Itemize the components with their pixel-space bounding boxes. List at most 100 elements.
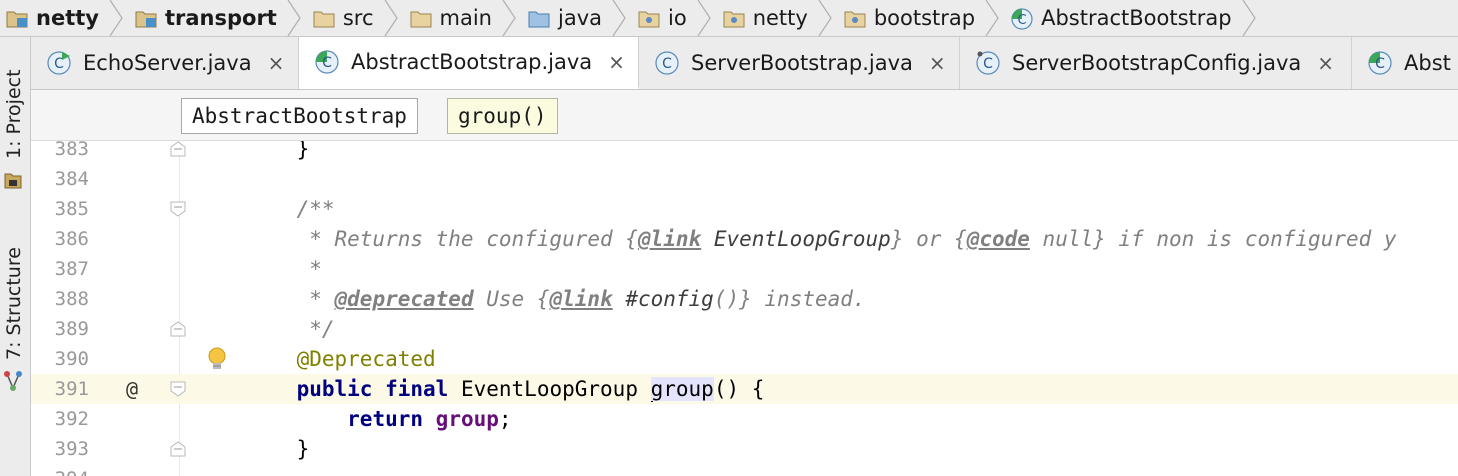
close-icon[interactable]: × bbox=[929, 51, 946, 75]
code-text: */ bbox=[246, 317, 335, 341]
module-folder-icon bbox=[135, 8, 157, 28]
line-number: 390 bbox=[54, 348, 89, 370]
svg-text:C: C bbox=[662, 56, 672, 72]
breadcrumb-main-folder[interactable]: main bbox=[404, 0, 522, 36]
breadcrumb-transport-module[interactable]: transport bbox=[129, 0, 307, 36]
code-line: 392 return group; bbox=[31, 404, 1458, 434]
package-icon bbox=[844, 8, 866, 28]
tab-label: ServerBootstrap.java bbox=[691, 51, 913, 75]
method-breadcrumb[interactable]: group() bbox=[447, 98, 558, 134]
code-line: 388 * @deprecated Use {@link #config()} … bbox=[31, 284, 1458, 314]
code-line: 387 * bbox=[31, 254, 1458, 284]
breadcrumb-separator bbox=[985, 0, 999, 36]
tab-label: Abst bbox=[1404, 51, 1451, 75]
code-text: @Deprecated bbox=[246, 347, 436, 371]
code-line: 389 */ bbox=[31, 314, 1458, 344]
class-breadcrumb[interactable]: AbstractBootstrap bbox=[181, 98, 418, 134]
package-icon bbox=[638, 8, 660, 28]
breadcrumb-separator bbox=[612, 0, 626, 36]
breadcrumb-label: netty bbox=[36, 6, 99, 30]
folder-icon bbox=[410, 8, 432, 28]
line-number: 384 bbox=[54, 168, 89, 190]
close-icon[interactable]: × bbox=[1317, 51, 1334, 75]
structure-tool-window-label: 7: Structure bbox=[3, 247, 25, 360]
line-number: 393 bbox=[54, 438, 89, 460]
code-text: * @deprecated Use {@link #config()} inst… bbox=[246, 287, 866, 311]
tab-abstractbootstrap[interactable]: C AbstractBootstrap.java × bbox=[299, 37, 639, 89]
breadcrumb-separator bbox=[1242, 0, 1256, 36]
svg-text:C: C bbox=[1375, 56, 1385, 72]
breadcrumb-abstractbootstrap-class[interactable]: C AbstractBootstrap bbox=[1005, 0, 1262, 36]
project-icon bbox=[4, 171, 22, 189]
code-text: return group; bbox=[347, 407, 512, 431]
breadcrumb-separator bbox=[697, 0, 711, 36]
line-number: 391 bbox=[54, 378, 89, 400]
code-line: 390 @Deprecated bbox=[31, 344, 1458, 374]
code-editor[interactable]: 383 } 384 385 /** 386 * Returns the conf… bbox=[31, 141, 1458, 476]
structure-breadcrumb-bar: AbstractBootstrap group() bbox=[31, 90, 1458, 141]
breadcrumb-label: AbstractBootstrap bbox=[1041, 6, 1232, 30]
breadcrumb-separator bbox=[384, 0, 398, 36]
module-folder-icon bbox=[6, 8, 28, 28]
runnable-class-icon: C bbox=[47, 51, 71, 75]
breadcrumb-label: src bbox=[342, 6, 374, 30]
line-number: 383 bbox=[54, 141, 89, 160]
code-line: 383 } bbox=[31, 141, 1458, 164]
project-tool-window-button[interactable]: 1: Project bbox=[0, 37, 30, 187]
fold-end-icon[interactable] bbox=[170, 321, 186, 337]
code-line-current: 391 @ public final EventLoopGroup group(… bbox=[31, 374, 1458, 404]
breadcrumb-label: bootstrap bbox=[873, 6, 976, 30]
line-number: 392 bbox=[54, 408, 89, 430]
code-line: 393 } bbox=[31, 434, 1458, 464]
line-number: 389 bbox=[54, 318, 89, 340]
line-number: 386 bbox=[54, 228, 89, 250]
tab-abstract-truncated[interactable]: C Abst bbox=[1352, 37, 1458, 89]
breadcrumb-label: transport bbox=[164, 6, 277, 30]
fold-start-icon[interactable] bbox=[170, 381, 186, 397]
tab-label: AbstractBootstrap.java bbox=[351, 49, 593, 74]
fold-end-icon[interactable] bbox=[170, 441, 186, 457]
code-text: /** bbox=[246, 197, 335, 221]
editor-tab-bar: C EchoServer.java × C AbstractBootstrap.… bbox=[31, 37, 1458, 90]
breadcrumb-netty-module[interactable]: netty bbox=[0, 0, 129, 36]
line-number: 388 bbox=[54, 288, 89, 310]
breadcrumb-io-package[interactable]: io bbox=[632, 0, 717, 36]
breadcrumb-netty-package[interactable]: netty bbox=[717, 0, 838, 36]
folder-icon bbox=[313, 8, 335, 28]
override-marker-icon[interactable]: @ bbox=[126, 374, 138, 404]
class-icon: C bbox=[976, 51, 1000, 75]
tab-echoserver[interactable]: C EchoServer.java × bbox=[31, 37, 299, 89]
source-folder-icon bbox=[528, 8, 550, 28]
svg-text:C: C bbox=[322, 55, 332, 71]
breadcrumb-bootstrap-package[interactable]: bootstrap bbox=[838, 0, 1005, 36]
structure-tool-window-button[interactable]: 7: Structure bbox=[0, 227, 30, 377]
line-number: 385 bbox=[54, 198, 89, 220]
abstract-class-icon: C bbox=[315, 49, 339, 74]
breadcrumb-separator bbox=[109, 0, 123, 36]
line-number: 387 bbox=[54, 258, 89, 280]
breadcrumb-separator bbox=[502, 0, 516, 36]
breadcrumb-src-folder[interactable]: src bbox=[307, 0, 404, 36]
code-text: } bbox=[246, 437, 310, 461]
breadcrumb-label: java bbox=[558, 6, 602, 30]
code-line: 394 bbox=[31, 464, 1458, 476]
code-line: 386 * Returns the configured {@link Even… bbox=[31, 224, 1458, 254]
tab-serverbootstrapconfig[interactable]: C ServerBootstrapConfig.java × bbox=[960, 37, 1352, 89]
fold-start-icon[interactable] bbox=[170, 201, 186, 217]
breadcrumb-java-folder[interactable]: java bbox=[522, 0, 632, 36]
close-icon[interactable]: × bbox=[608, 50, 625, 74]
svg-text:C: C bbox=[1018, 13, 1027, 28]
code-line: 385 /** bbox=[31, 194, 1458, 224]
code-text: * bbox=[246, 257, 322, 281]
tab-serverbootstrap[interactable]: C ServerBootstrap.java × bbox=[639, 37, 960, 89]
navigation-bar: netty transport src main java io netty b… bbox=[0, 0, 1458, 37]
tab-label: EchoServer.java bbox=[83, 51, 252, 75]
line-number: 394 bbox=[39, 464, 89, 476]
breadcrumb-separator bbox=[287, 0, 301, 36]
lightbulb-icon[interactable] bbox=[205, 346, 229, 374]
code-text: * Returns the configured {@link EventLoo… bbox=[246, 227, 1397, 251]
close-icon[interactable]: × bbox=[268, 51, 285, 75]
breadcrumb-label: netty bbox=[752, 6, 808, 30]
code-text: public final EventLoopGroup group() { bbox=[296, 377, 765, 402]
fold-end-icon[interactable] bbox=[170, 141, 186, 157]
